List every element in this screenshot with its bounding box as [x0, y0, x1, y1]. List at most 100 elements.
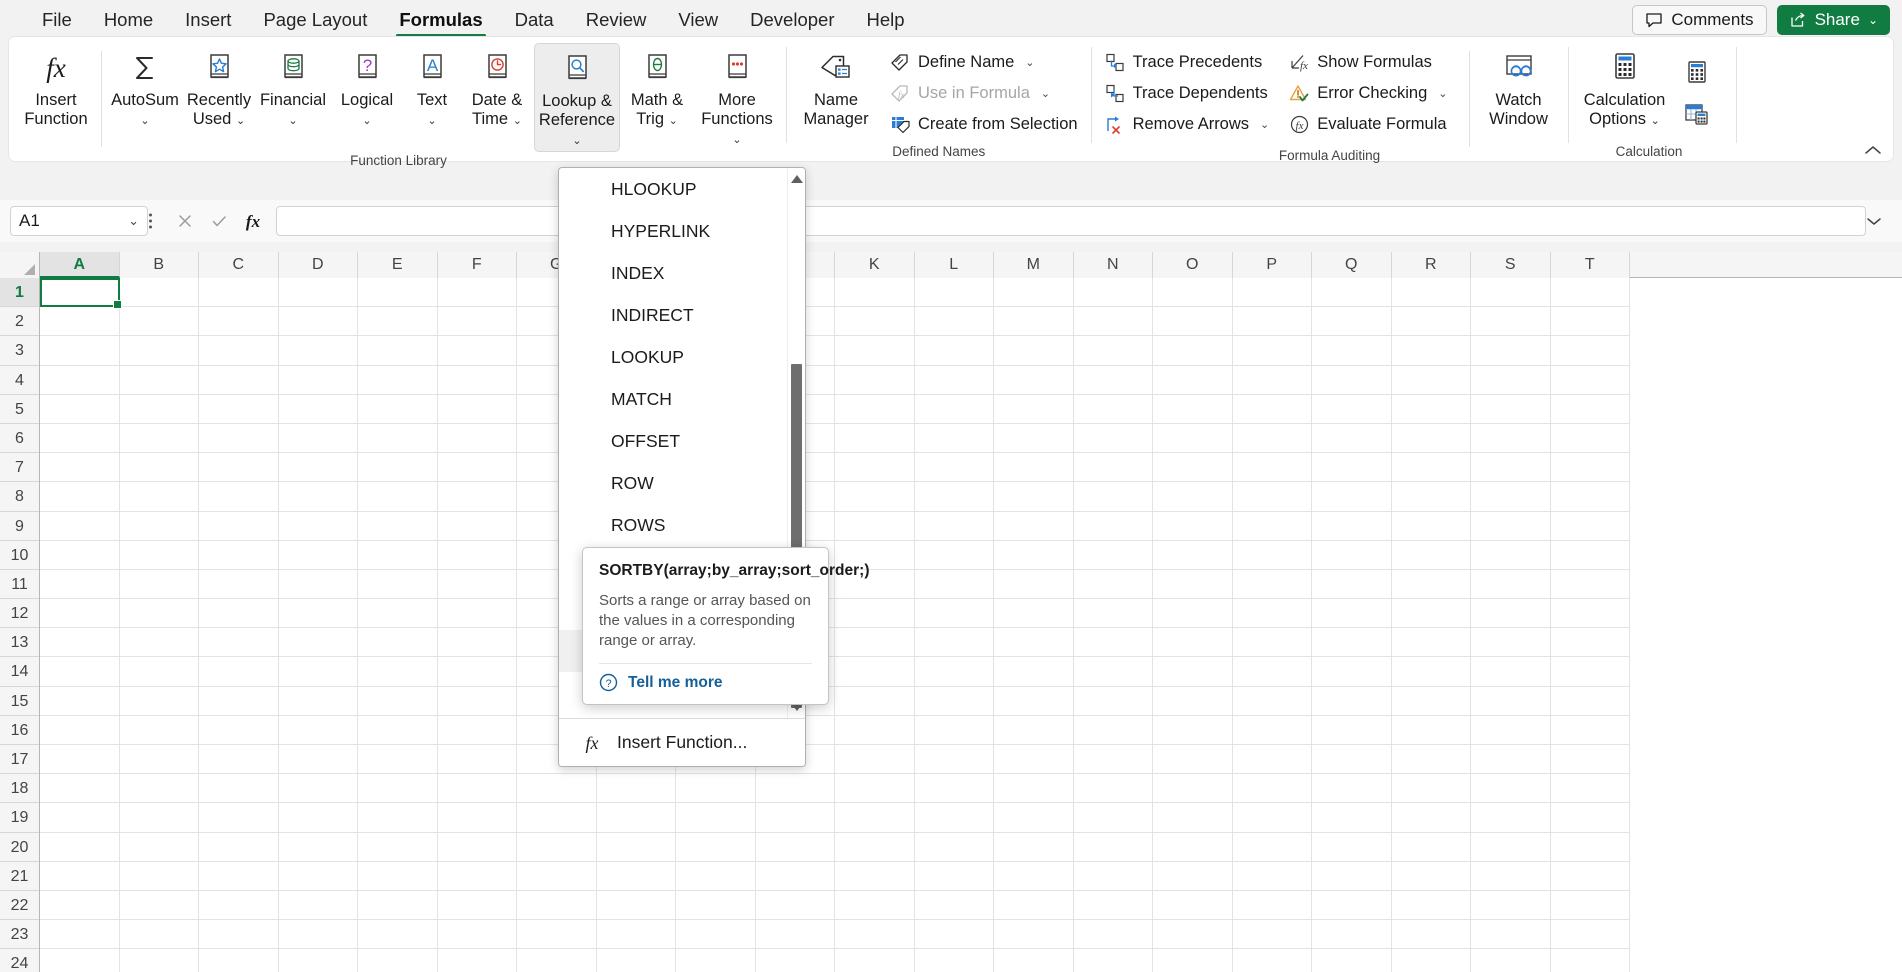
row-header-12[interactable]: 12 [0, 599, 39, 629]
cell-H22[interactable] [596, 890, 676, 921]
cell-F16[interactable] [437, 715, 517, 745]
share-button[interactable]: Share ⌄ [1776, 5, 1890, 35]
cell-M11[interactable] [994, 569, 1074, 600]
cell-P3[interactable] [1232, 336, 1312, 366]
cell-S24[interactable] [1471, 949, 1551, 972]
lookup-and-reference-button[interactable]: Lookup & Reference ⌄ [534, 43, 620, 152]
cell-Q23[interactable] [1312, 920, 1392, 950]
cell-T21[interactable] [1550, 861, 1630, 891]
cell-C6[interactable] [199, 423, 279, 454]
cell-S18[interactable] [1471, 774, 1551, 804]
cell-D9[interactable] [278, 511, 358, 541]
cell-F11[interactable] [437, 569, 517, 600]
cell-M12[interactable] [994, 599, 1074, 629]
cell-O22[interactable] [1153, 890, 1233, 921]
comments-button[interactable]: Comments [1632, 5, 1767, 35]
cell-B24[interactable] [119, 949, 199, 972]
row-header-17[interactable]: 17 [0, 745, 39, 775]
cell-E18[interactable] [358, 774, 438, 804]
cell-C4[interactable] [199, 365, 279, 395]
cell-O20[interactable] [1153, 832, 1233, 862]
cell-E14[interactable] [358, 657, 438, 687]
cell-M14[interactable] [994, 657, 1074, 687]
cell-L2[interactable] [914, 307, 994, 337]
cell-N12[interactable] [1073, 599, 1153, 629]
cell-A2[interactable] [40, 307, 120, 337]
cell-P10[interactable] [1232, 540, 1312, 570]
cell-B2[interactable] [119, 307, 199, 337]
use-in-formula-command[interactable]: fx Use in Formula ⌄ [883, 78, 1085, 109]
cell-O3[interactable] [1153, 336, 1233, 366]
cell-M19[interactable] [994, 803, 1074, 833]
cell-S19[interactable] [1471, 803, 1551, 833]
cell-N8[interactable] [1073, 482, 1153, 512]
cell-N9[interactable] [1073, 511, 1153, 541]
cell-P22[interactable] [1232, 890, 1312, 921]
cell-T5[interactable] [1550, 394, 1630, 424]
cell-R15[interactable] [1391, 686, 1471, 716]
cell-O6[interactable] [1153, 423, 1233, 454]
cell-A15[interactable] [40, 686, 120, 716]
menu-item-hyperlink[interactable]: HYPERLINK [559, 210, 805, 252]
cell-L11[interactable] [914, 569, 994, 600]
cell-C1[interactable] [199, 278, 279, 308]
column-header-L[interactable]: L [914, 252, 994, 278]
cell-Q8[interactable] [1312, 482, 1392, 512]
cell-D13[interactable] [278, 628, 358, 658]
cell-O4[interactable] [1153, 365, 1233, 395]
cell-E12[interactable] [358, 599, 438, 629]
cell-P9[interactable] [1232, 511, 1312, 541]
cell-T17[interactable] [1550, 745, 1630, 775]
cell-G23[interactable] [517, 920, 597, 950]
cell-B5[interactable] [119, 394, 199, 424]
cell-T23[interactable] [1550, 920, 1630, 950]
grid-cells[interactable] [40, 278, 1902, 972]
cell-L6[interactable] [914, 423, 994, 454]
cell-I21[interactable] [676, 861, 756, 891]
cell-L16[interactable] [914, 715, 994, 745]
cell-B12[interactable] [119, 599, 199, 629]
cell-P6[interactable] [1232, 423, 1312, 454]
cell-F7[interactable] [437, 453, 517, 483]
cell-O8[interactable] [1153, 482, 1233, 512]
cell-O17[interactable] [1153, 745, 1233, 775]
row-header-13[interactable]: 13 [0, 628, 39, 658]
cell-P23[interactable] [1232, 920, 1312, 950]
row-header-20[interactable]: 20 [0, 832, 39, 862]
cell-O15[interactable] [1153, 686, 1233, 716]
row-header-15[interactable]: 15 [0, 686, 39, 716]
cell-A1[interactable] [40, 278, 120, 308]
cell-R12[interactable] [1391, 599, 1471, 629]
cell-D4[interactable] [278, 365, 358, 395]
cell-N20[interactable] [1073, 832, 1153, 862]
formula-input[interactable] [276, 206, 1866, 236]
column-header-O[interactable]: O [1153, 252, 1233, 278]
cell-R5[interactable] [1391, 394, 1471, 424]
cell-M5[interactable] [994, 394, 1074, 424]
column-header-Q[interactable]: Q [1312, 252, 1392, 278]
menu-item-rows[interactable]: ROWS [559, 504, 805, 546]
cell-P7[interactable] [1232, 453, 1312, 483]
cell-N3[interactable] [1073, 336, 1153, 366]
cell-C22[interactable] [199, 890, 279, 921]
cell-P5[interactable] [1232, 394, 1312, 424]
cell-K8[interactable] [835, 482, 915, 512]
cell-P14[interactable] [1232, 657, 1312, 687]
cell-A6[interactable] [40, 423, 120, 454]
cell-Q3[interactable] [1312, 336, 1392, 366]
tell-me-more-link[interactable]: ? Tell me more [599, 673, 812, 692]
cell-J19[interactable] [755, 803, 835, 833]
cell-F15[interactable] [437, 686, 517, 716]
name-manager-button[interactable]: Name Manager [793, 43, 879, 143]
cell-P4[interactable] [1232, 365, 1312, 395]
cell-M16[interactable] [994, 715, 1074, 745]
cell-P13[interactable] [1232, 628, 1312, 658]
cell-K22[interactable] [835, 890, 915, 921]
cell-D2[interactable] [278, 307, 358, 337]
row-header-7[interactable]: 7 [0, 453, 39, 483]
cell-C8[interactable] [199, 482, 279, 512]
row-header-6[interactable]: 6 [0, 423, 39, 454]
create-from-selection-command[interactable]: Create from Selection [883, 109, 1085, 140]
cell-S23[interactable] [1471, 920, 1551, 950]
cell-C24[interactable] [199, 949, 279, 972]
